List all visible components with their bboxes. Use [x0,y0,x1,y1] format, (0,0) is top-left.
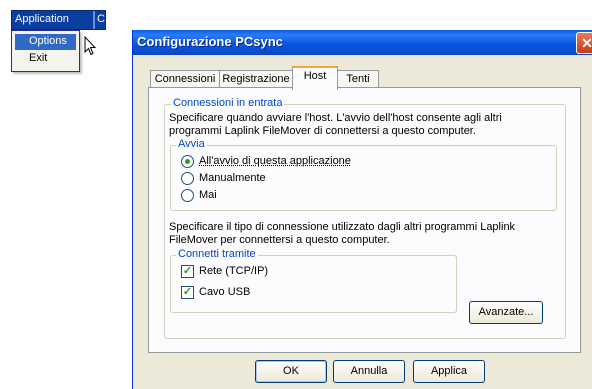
close-icon: ✕ [581,35,592,51]
apply-button[interactable]: Applica [413,360,485,383]
radio-label[interactable]: Mai [199,189,217,201]
radio-indicator[interactable] [181,155,194,168]
group-title: Avvia [176,138,207,150]
tab-label: Host [303,70,327,82]
menu-truncated[interactable]: Co [97,13,105,25]
group-title: Connetti tramite [176,248,258,260]
description-text: FileMover per connettersi a questo compu… [169,234,390,246]
menu-application[interactable]: Application [15,13,69,25]
description-text: Specificare il tipo di connessione utili… [169,221,516,233]
checkbox-label[interactable]: Cavo USB [199,286,250,298]
radio-label[interactable]: All'avvio di questa applicazione [199,155,351,167]
tab-label: Registrazione [222,73,290,85]
checkbox-indicator[interactable]: ✓ [181,286,194,299]
tab-tenti[interactable]: Tenti [337,70,379,88]
menu-separator [93,11,95,29]
application-dropdown-menu: Options Exit [11,30,80,72]
tab-label: Connessioni [154,73,216,85]
connect-via-group: Connetti tramite ✓ Rete (TCP/IP) ✓ Cavo … [170,248,457,313]
close-button[interactable]: ✕ [576,32,592,54]
group-title: Connessioni in entrata [171,97,285,109]
start-mode-group: Avvia All'avvio di questa applicazione M… [170,138,557,211]
menu-item-options[interactable]: Options [15,34,76,50]
tab-host[interactable]: Host [292,66,338,90]
ok-button[interactable]: OK [255,360,327,383]
advanced-button[interactable]: Avanzate... [469,301,543,324]
menu-bar: Application Co [11,10,106,30]
tab-label: Tenti [346,73,370,85]
dialog-title: Configurazione PCsync [137,34,283,49]
radio-indicator[interactable] [181,189,194,202]
cancel-button[interactable]: Annulla [333,360,405,383]
settings-dialog: Configurazione PCsync ✕ Connessioni Regi… [132,30,592,389]
radio-indicator[interactable] [181,172,194,185]
description-text: programmi Laplink FileMover di connetter… [169,125,476,137]
checkbox-label[interactable]: Rete (TCP/IP) [199,265,268,277]
menu-item-label: Options [29,35,67,47]
mouse-pointer-icon [84,36,96,56]
checkbox-indicator[interactable]: ✓ [181,265,194,278]
menu-item-exit[interactable]: Exit [15,51,76,67]
tab-panel-host: Connessioni in entrata Specificare quand… [148,87,581,353]
menu-item-label: Exit [29,52,48,64]
dialog-title-bar[interactable]: Configurazione PCsync ✕ [133,30,592,55]
tab-connessioni[interactable]: Connessioni [150,70,220,88]
inbound-connections-group: Connessioni in entrata Specificare quand… [164,97,566,339]
radio-label[interactable]: Manualmente [199,172,266,184]
tab-registrazione[interactable]: Registrazione [219,70,293,88]
description-text: Specificare quando avviare l'host. L'avv… [169,112,502,124]
